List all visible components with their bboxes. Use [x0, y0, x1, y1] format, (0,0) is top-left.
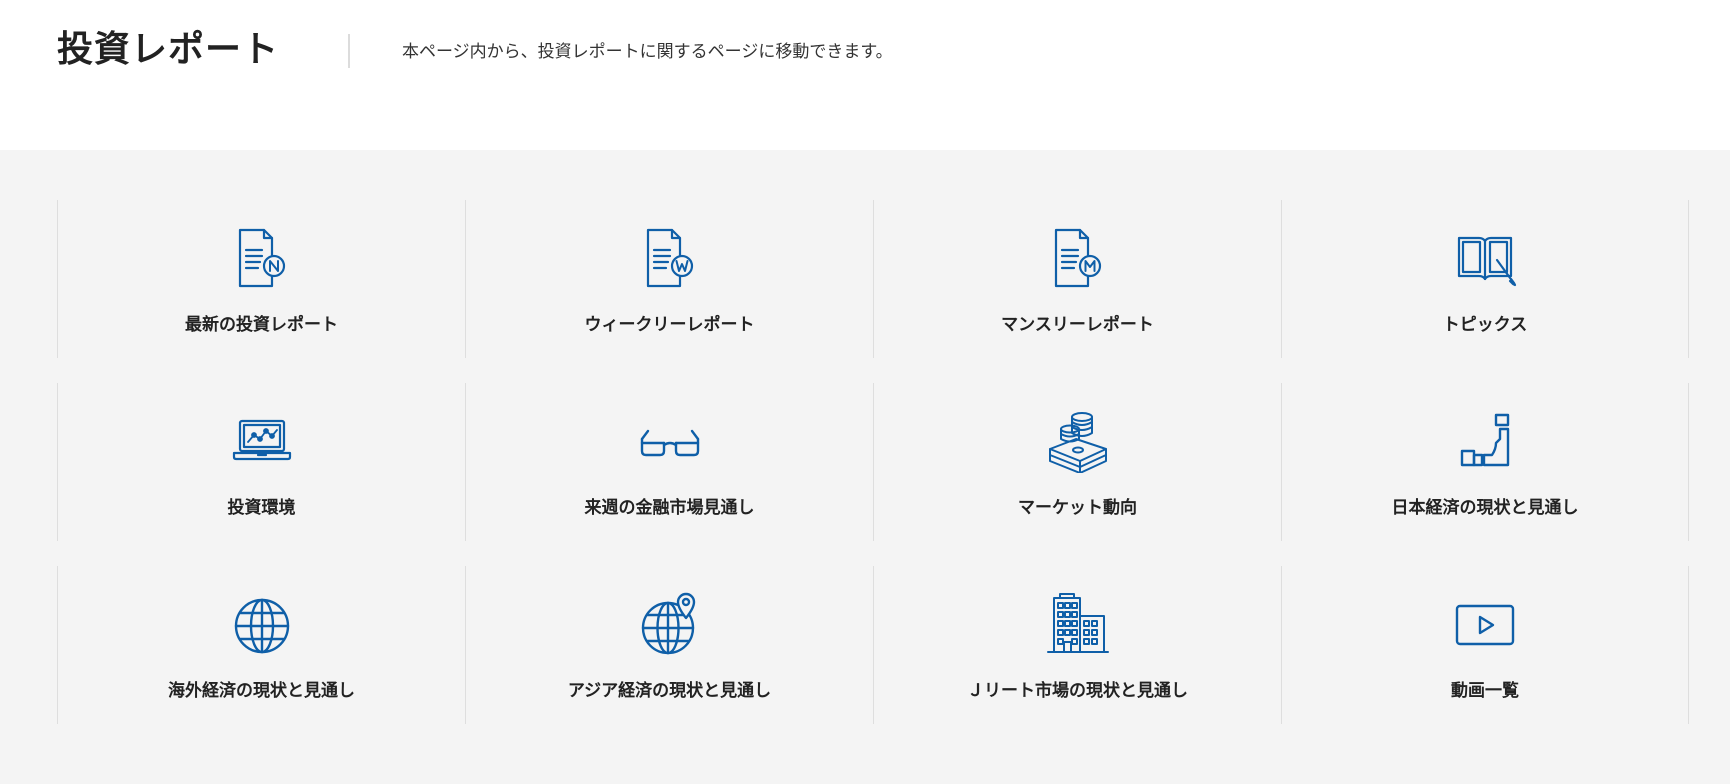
- globe-pin-icon: [638, 592, 702, 656]
- document-n-icon: [230, 226, 294, 290]
- tile-label: アジア経済の現状と見通し: [567, 681, 772, 701]
- page-title: 投資レポート: [57, 29, 280, 70]
- japan-map-icon: [1453, 409, 1517, 473]
- tile-latest-report[interactable]: 最新の投資レポート: [57, 200, 465, 358]
- tile-label: 投資環境: [227, 498, 296, 518]
- page-description: 本ページ内から、投資レポートに関するページに移動できます。: [402, 42, 893, 62]
- tile-next-week-outlook[interactable]: 来週の金融市場見通し: [465, 383, 873, 541]
- tile-label: 動画一覧: [1451, 681, 1519, 701]
- tile-investment-environment[interactable]: 投資環境: [57, 383, 465, 541]
- tile-japan-economy[interactable]: 日本経済の現状と見通し: [1281, 383, 1689, 541]
- glasses-icon: [638, 409, 702, 473]
- video-play-icon: [1453, 592, 1517, 656]
- tile-label: 日本経済の現状と見通し: [1391, 498, 1579, 518]
- tile-weekly-report[interactable]: ウィークリーレポート: [465, 200, 873, 358]
- tile-label: トピックス: [1442, 315, 1528, 335]
- title-divider: [348, 34, 350, 68]
- report-links-section: 最新の投資レポート ウィークリーレポート マンスリーレポート トピックス 投資環…: [0, 150, 1730, 784]
- tile-topics[interactable]: トピックス: [1281, 200, 1689, 358]
- document-m-icon: [1046, 226, 1110, 290]
- money-coins-icon: [1046, 409, 1110, 473]
- tile-monthly-report[interactable]: マンスリーレポート: [873, 200, 1281, 358]
- open-book-icon: [1453, 226, 1517, 290]
- tile-label: マーケット動向: [1018, 498, 1137, 518]
- tile-label: Ｊリート市場の現状と見通し: [967, 681, 1188, 701]
- tile-overseas-economy[interactable]: 海外経済の現状と見通し: [57, 566, 465, 724]
- tile-label: 最新の投資レポート: [185, 315, 338, 335]
- laptop-chart-icon: [230, 409, 294, 473]
- tile-label: 海外経済の現状と見通し: [168, 681, 355, 701]
- tile-label: 来週の金融市場見通し: [584, 498, 755, 518]
- tile-market-trends[interactable]: マーケット動向: [873, 383, 1281, 541]
- report-links-grid: 最新の投資レポート ウィークリーレポート マンスリーレポート トピックス 投資環…: [57, 200, 1689, 724]
- tile-label: ウィークリーレポート: [584, 315, 755, 335]
- tile-jreit-market[interactable]: Ｊリート市場の現状と見通し: [873, 566, 1281, 724]
- tile-video-list[interactable]: 動画一覧: [1281, 566, 1689, 724]
- tile-asia-economy[interactable]: アジア経済の現状と見通し: [465, 566, 873, 724]
- globe-icon: [230, 592, 294, 656]
- buildings-icon: [1046, 592, 1110, 656]
- page-header: 投資レポート 本ページ内から、投資レポートに関するページに移動できます。: [0, 0, 1730, 150]
- document-w-icon: [638, 226, 702, 290]
- tile-label: マンスリーレポート: [1001, 315, 1154, 335]
